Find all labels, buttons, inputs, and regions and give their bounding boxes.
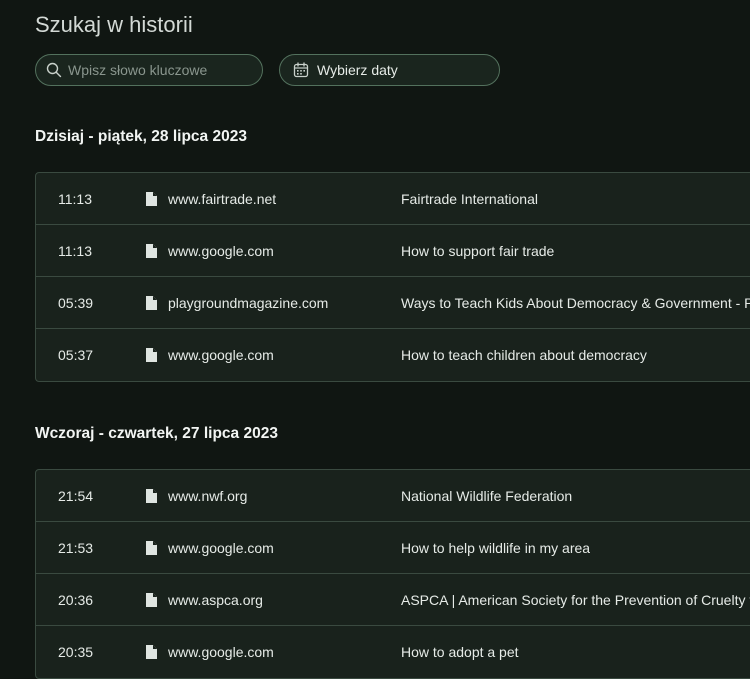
- history-list-yesterday: 21:54 www.nwf.org National Wildlife Fede…: [35, 469, 750, 679]
- document-icon: [146, 244, 157, 258]
- history-time: 05:37: [58, 347, 94, 363]
- history-title[interactable]: How to support fair trade: [401, 225, 554, 277]
- history-time: 11:13: [58, 243, 92, 259]
- history-row[interactable]: 05:39 playgroundmagazine.com Ways to Tea…: [36, 277, 750, 329]
- document-icon: [146, 593, 157, 607]
- history-domain[interactable]: www.fairtrade.net: [168, 173, 276, 225]
- history-row[interactable]: 20:36 www.aspca.org ASPCA | American Soc…: [36, 574, 750, 626]
- document-icon: [146, 645, 157, 659]
- search-box[interactable]: [35, 54, 263, 86]
- history-domain[interactable]: www.google.com: [168, 626, 274, 678]
- history-title[interactable]: How to teach children about democracy: [401, 329, 647, 381]
- calendar-icon: [293, 62, 309, 78]
- history-title[interactable]: Fairtrade International: [401, 173, 538, 225]
- history-list-today: 11:13 www.fairtrade.net Fairtrade Intern…: [35, 172, 750, 382]
- history-time: 11:13: [58, 191, 92, 207]
- document-icon: [146, 296, 157, 310]
- history-time: 05:39: [58, 295, 94, 311]
- document-icon: [146, 192, 157, 206]
- history-row[interactable]: 11:13 www.fairtrade.net Fairtrade Intern…: [36, 173, 750, 225]
- history-domain[interactable]: www.google.com: [168, 522, 274, 574]
- history-time: 21:54: [58, 488, 94, 504]
- section-header-yesterday: Wczoraj - czwartek, 27 lipca 2023: [35, 425, 278, 442]
- history-row[interactable]: 20:35 www.google.com How to adopt a pet: [36, 626, 750, 678]
- history-domain[interactable]: www.google.com: [168, 225, 274, 277]
- history-domain[interactable]: www.nwf.org: [168, 470, 247, 522]
- history-row[interactable]: 21:54 www.nwf.org National Wildlife Fede…: [36, 470, 750, 522]
- history-title[interactable]: Ways to Teach Kids About Democracy & Gov…: [401, 277, 750, 329]
- history-row[interactable]: 21:53 www.google.com How to help wildlif…: [36, 522, 750, 574]
- document-icon: [146, 541, 157, 555]
- history-title[interactable]: How to adopt a pet: [401, 626, 519, 678]
- date-picker-label: Wybierz daty: [317, 62, 398, 78]
- date-picker-button[interactable]: Wybierz daty: [279, 54, 500, 86]
- history-time: 20:35: [58, 644, 94, 660]
- history-domain[interactable]: www.google.com: [168, 329, 274, 381]
- history-title[interactable]: How to help wildlife in my area: [401, 522, 590, 574]
- document-icon: [146, 489, 157, 503]
- history-domain[interactable]: playgroundmagazine.com: [168, 277, 328, 329]
- history-title[interactable]: National Wildlife Federation: [401, 470, 572, 522]
- history-time: 20:36: [58, 592, 94, 608]
- search-icon: [46, 62, 62, 78]
- section-header-today: Dzisiaj - piątek, 28 lipca 2023: [35, 128, 247, 145]
- history-time: 21:53: [58, 540, 94, 556]
- page-title: Szukaj w historii: [35, 12, 193, 37]
- history-row[interactable]: 05:37 www.google.com How to teach childr…: [36, 329, 750, 381]
- history-title[interactable]: ASPCA | American Society for the Prevent…: [401, 574, 750, 626]
- history-row[interactable]: 11:13 www.google.com How to support fair…: [36, 225, 750, 277]
- history-domain[interactable]: www.aspca.org: [168, 574, 263, 626]
- search-input[interactable]: [68, 62, 248, 78]
- document-icon: [146, 348, 157, 362]
